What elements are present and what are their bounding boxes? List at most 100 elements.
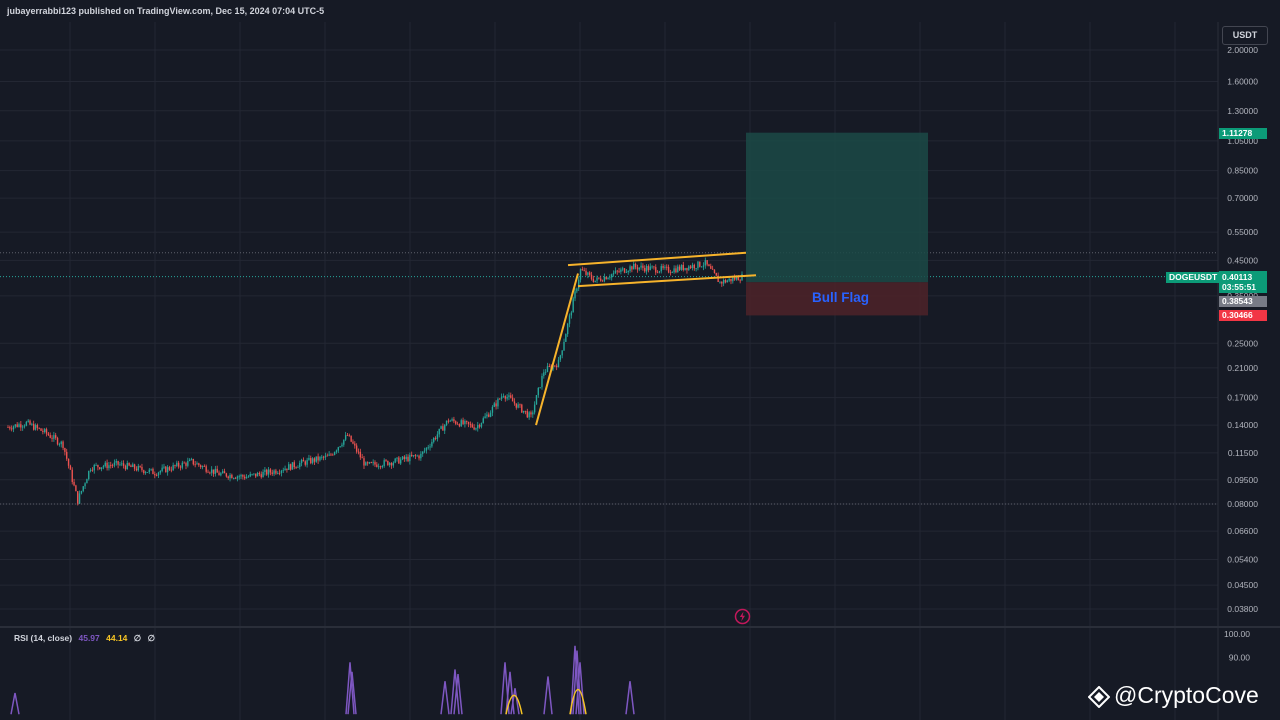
candle-body	[44, 429, 46, 433]
candle-body	[313, 458, 316, 462]
candle-body	[537, 387, 540, 396]
rsi-line	[440, 681, 450, 715]
candle-body	[403, 456, 406, 460]
candle-body	[568, 315, 571, 324]
candle-body	[183, 462, 185, 464]
rsi-legend[interactable]: RSI (14, close) 45.97 44.14 ∅ ∅	[14, 633, 155, 644]
candle-body	[354, 443, 356, 446]
candle-body	[56, 437, 59, 445]
candle-body	[502, 396, 505, 397]
candle-body	[32, 423, 35, 430]
candle-body	[361, 457, 363, 459]
rsi-extra-2: ∅	[147, 633, 155, 643]
candle-body	[278, 472, 281, 474]
candle-body	[124, 465, 127, 470]
candle-body	[10, 428, 13, 430]
last-price-value: 0.40113	[1222, 272, 1253, 282]
candle-body	[365, 462, 367, 466]
candle-body	[655, 267, 657, 273]
candle-body	[704, 260, 706, 266]
flag-upper-line	[567, 251, 747, 267]
candle-body	[475, 428, 477, 430]
candle-body	[89, 469, 92, 471]
candle-body	[299, 463, 301, 467]
candle-body	[603, 276, 606, 282]
candle-body	[115, 461, 117, 463]
candle-body	[363, 458, 365, 466]
candle-body	[198, 463, 200, 466]
rsi-ma-value: 44.14	[106, 633, 128, 643]
publish-info: jubayerrabbi123 published on TradingView…	[7, 6, 325, 16]
candle-body	[451, 419, 453, 421]
candle-body	[328, 454, 330, 456]
candle-body	[622, 268, 624, 270]
currency-button[interactable]: USDT	[1222, 26, 1268, 45]
candle-body	[62, 441, 64, 449]
candle-body	[205, 466, 207, 472]
candle-body	[510, 395, 512, 398]
candle-body	[535, 395, 538, 405]
candle-body	[113, 462, 116, 466]
candle-body	[440, 426, 442, 429]
candle-body	[467, 421, 470, 425]
flash-icon[interactable]	[734, 608, 751, 625]
candle-body	[231, 474, 233, 479]
candle-body	[376, 464, 378, 467]
candle-body	[73, 481, 75, 486]
candle-body	[264, 469, 266, 472]
candle-body	[733, 277, 736, 280]
candle-body	[519, 404, 521, 406]
candle-body	[633, 263, 635, 270]
candle-body	[300, 459, 303, 464]
candle-body	[399, 459, 402, 464]
candle-body	[634, 263, 637, 268]
candle-body	[656, 272, 659, 274]
candle-body	[66, 451, 68, 459]
candle-body	[220, 473, 222, 476]
candle-body	[548, 366, 551, 367]
candle-body	[524, 410, 527, 412]
candle-body	[645, 266, 648, 272]
candle-body	[93, 464, 95, 471]
candle-body	[42, 430, 44, 433]
bar-countdown: 03:55:51	[1222, 282, 1257, 292]
candle-body	[398, 457, 400, 464]
price-chart[interactable]: 2.000001.600001.300001.050000.850000.700…	[0, 0, 1280, 720]
rsi-line	[625, 681, 635, 715]
candle-body	[267, 469, 270, 475]
candle-body	[722, 279, 725, 284]
candle-body	[583, 270, 585, 272]
candle-body	[684, 267, 686, 270]
candle-body	[625, 272, 628, 273]
price-tick-label: 0.03800	[1227, 604, 1258, 614]
candle-body	[20, 424, 22, 428]
candle-body	[77, 491, 79, 504]
candle-body	[700, 266, 703, 268]
candle-body	[381, 465, 384, 468]
candle-body	[660, 266, 662, 272]
price-tick-label: 0.55000	[1227, 227, 1258, 237]
candle-body	[12, 426, 15, 430]
price-tick-label: 0.06600	[1227, 526, 1258, 536]
candle-body	[422, 451, 424, 454]
candle-body	[203, 466, 206, 467]
candle-body	[658, 271, 661, 273]
candle-body	[728, 278, 730, 281]
candle-body	[466, 420, 468, 422]
candle-body	[563, 341, 565, 351]
candle-body	[577, 279, 580, 289]
candle-body	[18, 424, 20, 427]
candle-body	[275, 470, 277, 474]
candle-body	[111, 465, 114, 467]
candle-body	[155, 475, 158, 476]
candle-body	[137, 465, 139, 471]
candle-body	[649, 266, 651, 271]
candle-body	[372, 462, 374, 463]
bull-flag-label: Bull Flag	[812, 290, 869, 305]
candle-body	[695, 268, 697, 269]
candle-body	[445, 420, 448, 426]
candle-body	[411, 454, 413, 457]
candle-body	[196, 463, 198, 465]
candle-body	[271, 472, 273, 474]
candle-body	[260, 474, 262, 478]
